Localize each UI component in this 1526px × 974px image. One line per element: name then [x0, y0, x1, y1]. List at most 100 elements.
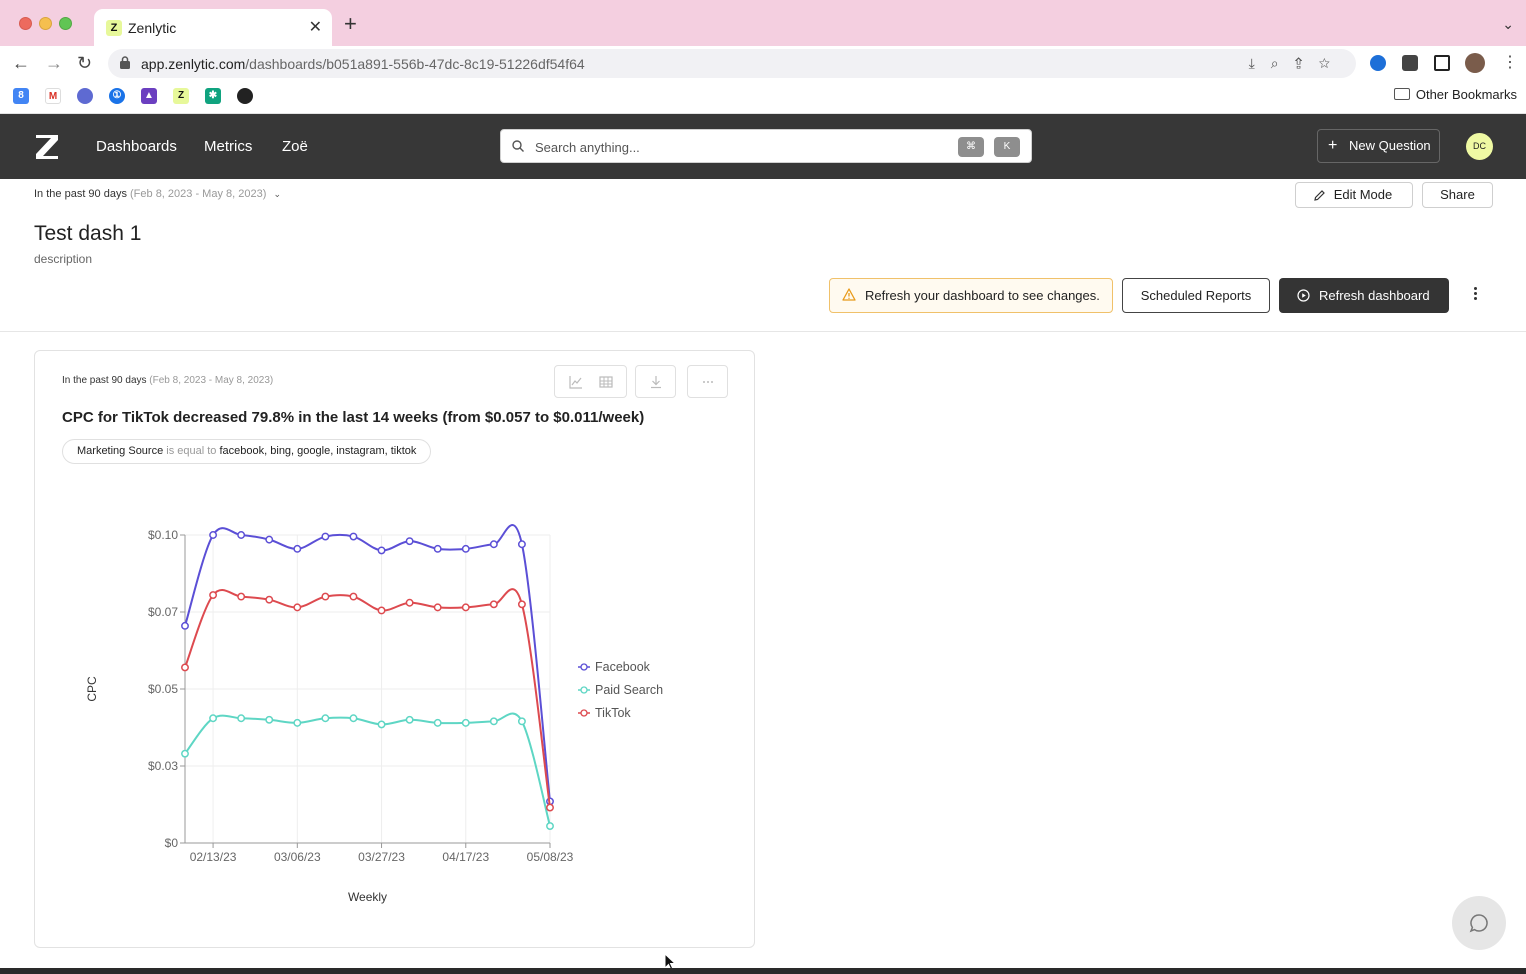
line-chart-icon[interactable] — [569, 375, 583, 389]
onepassword-extension-icon[interactable] — [1370, 55, 1386, 71]
data-point — [546, 822, 554, 831]
filter-operator: is equal to — [166, 445, 217, 457]
zoom-icon[interactable]: ⌕ — [1271, 55, 1295, 71]
install-icon[interactable]: ⤓ — [1249, 55, 1271, 71]
date-range-label: In the past 90 days — [34, 188, 127, 200]
legend-swatch-marker — [580, 686, 588, 694]
url-path: /dashboards/b051a891-556b-47dc-8c19-5122… — [245, 56, 585, 72]
data-point — [321, 592, 330, 601]
data-point — [293, 603, 302, 612]
nav-metrics[interactable]: Metrics — [204, 138, 252, 155]
window-minimize-button[interactable] — [39, 17, 52, 30]
x-tick-label: 02/13/23 — [190, 850, 237, 864]
data-point — [237, 531, 246, 539]
browser-toolbar: ← → ↻ app.zenlytic.com/dashboards/b051a8… — [0, 46, 1526, 80]
window-maximize-button[interactable] — [59, 17, 72, 30]
legend-swatch-marker — [580, 709, 588, 717]
series-line-paid-search — [184, 712, 551, 827]
zenlytic-favicon-icon: Z — [106, 20, 122, 36]
arc-icon[interactable]: ▲ — [141, 88, 157, 104]
bookmark-star-icon[interactable]: ☆ — [1319, 55, 1346, 71]
refresh-dashboard-button[interactable]: Refresh dashboard — [1279, 278, 1449, 313]
lock-icon — [120, 56, 130, 69]
nav-zoe[interactable]: Zoë — [282, 138, 308, 155]
user-avatar[interactable]: DC — [1466, 133, 1493, 160]
data-point — [181, 749, 189, 758]
data-point — [377, 546, 386, 555]
browser-tab[interactable]: Z Zenlytic ✕ — [94, 9, 332, 46]
filter-pill[interactable]: Marketing Source is equal to facebook, b… — [62, 439, 432, 464]
back-arrow-icon[interactable]: ← — [12, 53, 30, 73]
card-more-button[interactable] — [687, 365, 728, 398]
series-line-tiktok — [184, 588, 551, 808]
chat-bubble-icon — [1469, 914, 1488, 933]
data-point — [265, 535, 274, 544]
download-button[interactable] — [635, 365, 676, 398]
data-point — [209, 531, 218, 539]
chat-button[interactable] — [1452, 896, 1506, 950]
onepassword-icon[interactable]: ① — [109, 88, 125, 104]
y-tick-label: $0.10 — [148, 528, 178, 542]
data-point — [489, 717, 498, 726]
tab-title: Zenlytic — [128, 20, 177, 36]
refresh-notice: Refresh your dashboard to see changes. — [829, 278, 1113, 313]
data-point — [265, 715, 274, 724]
data-point — [265, 595, 274, 604]
view-toggle-group — [554, 365, 627, 398]
data-point — [517, 600, 526, 609]
warning-icon — [842, 288, 856, 301]
dashboard-date-filter[interactable]: In the past 90 days (Feb 8, 2023 - May 8… — [34, 188, 281, 200]
gmail-icon[interactable]: M — [45, 88, 61, 104]
browser-menu-icon[interactable]: ⋮ — [1502, 53, 1518, 73]
zenlytic-logo-icon[interactable] — [33, 131, 61, 161]
forward-arrow-icon[interactable]: → — [45, 53, 63, 73]
legend-label: Facebook — [595, 660, 651, 674]
data-point — [405, 598, 414, 607]
window-close-button[interactable] — [19, 17, 32, 30]
linear-icon[interactable] — [77, 88, 93, 104]
k-key-badge: K — [994, 137, 1020, 157]
calendar-icon[interactable]: 8 — [13, 88, 29, 104]
data-point — [517, 717, 526, 726]
sidebar-toggle-icon[interactable] — [1434, 55, 1450, 71]
new-tab-button[interactable]: + — [344, 13, 357, 35]
tab-close-icon[interactable]: ✕ — [309, 17, 322, 37]
new-question-label: New Question — [1349, 138, 1431, 153]
filter-field: Marketing Source — [77, 445, 164, 457]
search-input[interactable] — [535, 137, 935, 157]
data-point — [349, 714, 358, 723]
dashboard-more-icon[interactable] — [1470, 287, 1480, 305]
nav-dashboards[interactable]: Dashboards — [96, 138, 177, 155]
openai-icon[interactable]: ✱ — [205, 88, 221, 104]
data-point — [461, 603, 470, 612]
scheduled-reports-button[interactable]: Scheduled Reports — [1122, 278, 1270, 313]
command-key-badge: ⌘ — [958, 137, 984, 157]
data-point — [517, 540, 526, 549]
tab-search-chevron-icon[interactable]: ⌄ — [1502, 16, 1514, 33]
pencil-icon — [1314, 190, 1325, 201]
other-bookmarks-folder[interactable]: Other Bookmarks — [1393, 87, 1517, 102]
data-point — [209, 591, 218, 600]
address-bar[interactable]: app.zenlytic.com/dashboards/b051a891-556… — [108, 49, 1356, 78]
reload-icon[interactable]: ↻ — [77, 53, 92, 73]
series-line-facebook — [184, 524, 551, 802]
other-bookmarks-label: Other Bookmarks — [1415, 87, 1517, 102]
github-icon[interactable] — [237, 88, 253, 104]
table-icon[interactable] — [599, 375, 613, 389]
chart-card: In the past 90 days (Feb 8, 2023 - May 8… — [34, 350, 755, 948]
data-point — [293, 718, 302, 727]
card-title: CPC for TikTok decreased 79.8% in the la… — [62, 409, 645, 426]
cpc-line-chart: $0 $0.03 $0.05 $0.07 $0.10 02/13/23 03/06/23 03… — [85, 524, 663, 904]
profile-avatar[interactable] — [1465, 53, 1485, 73]
y-tick-label: $0.05 — [148, 682, 178, 696]
edit-mode-button[interactable]: Edit Mode — [1295, 182, 1413, 208]
download-icon — [651, 376, 661, 389]
share-icon[interactable]: ⇪ — [1295, 55, 1319, 71]
data-point — [546, 803, 554, 812]
zenlytic-icon[interactable]: Z — [173, 88, 189, 104]
share-button[interactable]: Share — [1422, 182, 1493, 208]
refresh-notice-text: Refresh your dashboard to see changes. — [865, 288, 1100, 303]
new-question-button[interactable]: + New Question — [1317, 129, 1440, 163]
global-search[interactable]: ⌘ K — [500, 129, 1032, 163]
extensions-puzzle-icon[interactable] — [1402, 55, 1418, 71]
